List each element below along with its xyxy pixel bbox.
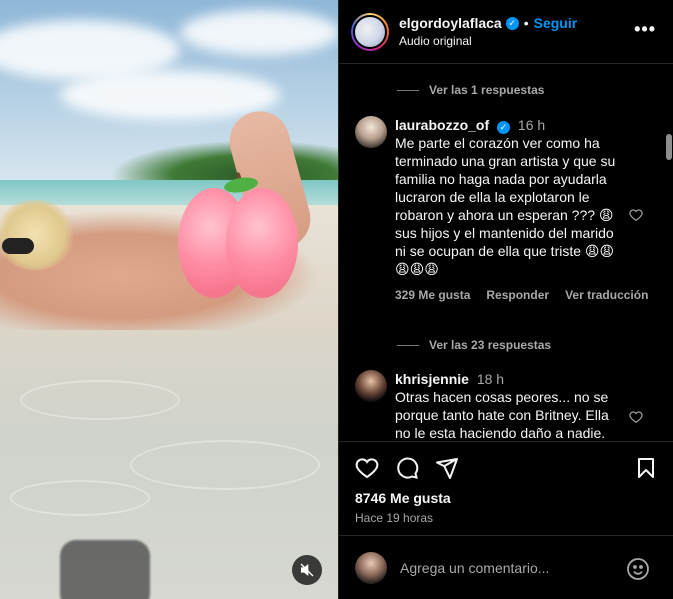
comment-text: Me parte el corazón ver como ha terminad… bbox=[395, 135, 616, 277]
cloud-decoration bbox=[180, 10, 338, 55]
replies-divider bbox=[397, 89, 419, 91]
comments-list[interactable]: Ver las 1 respuestas laurabozzo_of ✓ 16 … bbox=[339, 63, 673, 441]
more-options-icon[interactable]: ••• bbox=[634, 20, 656, 38]
sunglasses-shape bbox=[2, 238, 34, 254]
cloud-decoration bbox=[60, 70, 280, 120]
follow-button[interactable]: Seguir bbox=[534, 15, 578, 31]
comment-likes[interactable]: 329 Me gusta bbox=[395, 286, 470, 304]
bookmark-icon[interactable] bbox=[634, 456, 658, 480]
mute-button[interactable] bbox=[292, 555, 322, 585]
comment-time[interactable]: 16 h bbox=[518, 117, 545, 133]
comment-heart-icon[interactable] bbox=[629, 208, 643, 222]
comment-username[interactable]: khrisjennie bbox=[395, 371, 469, 387]
current-user-avatar bbox=[355, 551, 387, 584]
post-media[interactable] bbox=[0, 0, 338, 599]
separator-dot: • bbox=[523, 15, 529, 31]
verified-badge-icon: ✓ bbox=[497, 120, 511, 134]
post-header: elgordoylaflaca ✓ • Seguir Audio origina… bbox=[339, 0, 673, 63]
water-ripple bbox=[10, 480, 150, 516]
muted-speaker-icon bbox=[300, 563, 314, 577]
peach-emoji-sticker bbox=[178, 171, 300, 298]
comment-username[interactable]: laurabozzo_of bbox=[395, 117, 489, 133]
verified-badge-icon: ✓ bbox=[505, 16, 519, 30]
share-icon[interactable] bbox=[435, 456, 459, 480]
comment-icon[interactable] bbox=[395, 456, 419, 480]
post-timestamp[interactable]: Hace 19 horas bbox=[355, 511, 433, 525]
water-ripple bbox=[130, 440, 320, 490]
post-likes-count[interactable]: 8746 Me gusta bbox=[355, 490, 451, 506]
view-replies-label: Ver las 23 respuestas bbox=[429, 338, 552, 352]
comment-item: khrisjennie 18 h Otras hacen cosas peore… bbox=[355, 370, 655, 441]
account-avatar[interactable] bbox=[351, 12, 389, 51]
audio-link[interactable]: Audio original bbox=[399, 34, 577, 48]
commenter-avatar[interactable] bbox=[355, 370, 387, 402]
scrollbar-thumb[interactable] bbox=[666, 134, 672, 160]
view-replies-button[interactable]: Ver las 23 respuestas bbox=[397, 338, 551, 352]
replies-divider bbox=[397, 344, 419, 346]
post-side-panel: elgordoylaflaca ✓ • Seguir Audio origina… bbox=[338, 0, 673, 599]
view-replies-button[interactable]: Ver las 1 respuestas bbox=[397, 83, 544, 97]
water-ripple bbox=[20, 380, 180, 420]
heart-icon[interactable] bbox=[355, 456, 379, 480]
shadow-shape bbox=[60, 540, 150, 599]
translate-button[interactable]: Ver traducción bbox=[565, 286, 648, 304]
comment-input[interactable] bbox=[400, 559, 630, 576]
account-username[interactable]: elgordoylaflaca bbox=[399, 15, 502, 31]
comment-item: laurabozzo_of ✓ 16 h Me parte el corazón… bbox=[355, 116, 655, 304]
reply-button[interactable]: Responder bbox=[486, 286, 549, 304]
comment-text: Otras hacen cosas peores... no se porque… bbox=[395, 389, 609, 441]
comment-time[interactable]: 18 h bbox=[477, 371, 504, 387]
comment-composer bbox=[339, 535, 673, 599]
commenter-avatar[interactable] bbox=[355, 116, 387, 148]
post-actions: 8746 Me gusta Hace 19 horas bbox=[339, 441, 673, 525]
view-replies-label: Ver las 1 respuestas bbox=[429, 83, 545, 97]
comment-heart-icon[interactable] bbox=[629, 410, 643, 424]
emoji-icon[interactable] bbox=[626, 557, 650, 581]
